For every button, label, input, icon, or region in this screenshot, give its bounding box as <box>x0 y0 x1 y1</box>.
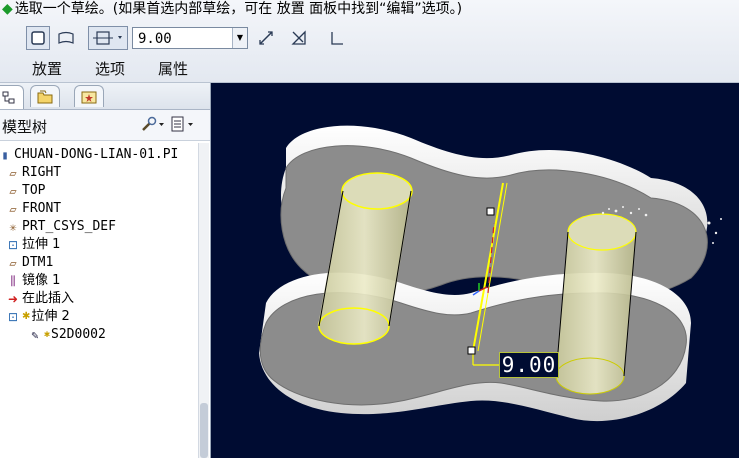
extrude-icon: ⊡ <box>7 238 19 252</box>
model-tree: ▮ CHUAN-DONG-LIAN-01.PI ▱ RIGHT ▱ TOP ▱ FRON… <box>0 143 196 458</box>
tab-options[interactable]: 选项 <box>95 58 125 79</box>
tree-item-right[interactable]: ▱ RIGHT <box>6 164 61 182</box>
part-model <box>259 125 722 422</box>
tree-item-sketch[interactable]: ✎ ✱ S2D0002 <box>28 326 105 344</box>
tab-placement[interactable]: 放置 <box>32 58 62 79</box>
sketch-icon: ✎ <box>31 328 39 342</box>
tree-item-extrude-1[interactable]: ⊡ 拉伸 1 <box>6 236 60 254</box>
model-tree-icon <box>2 91 15 103</box>
tab-model-tree[interactable] <box>0 85 24 109</box>
datum-plane-icon: ▱ <box>9 166 17 180</box>
tree-scrollbar-thumb[interactable] <box>200 403 208 458</box>
depth-dimension-label[interactable]: 9.00 <box>499 352 559 378</box>
tree-item-dtm1[interactable]: ▱ DTM1 <box>6 254 53 272</box>
depth-value-input[interactable] <box>136 29 236 49</box>
tree-scrollbar[interactable] <box>198 143 209 458</box>
graphics-viewport[interactable]: 9.00 <box>211 83 739 458</box>
datum-plane-icon: ▱ <box>9 256 17 270</box>
tools-icon <box>142 116 164 131</box>
tree-item-mirror-1[interactable]: ⫼ 镜像 1 <box>6 272 60 290</box>
drag-handle-top[interactable] <box>486 207 495 216</box>
blind-depth-icon <box>93 31 122 45</box>
right-hole-top-edge <box>567 213 637 251</box>
model-tree-header: 模型树 <box>0 110 210 141</box>
flip-direction-button[interactable] <box>254 26 278 50</box>
new-feature-star-icon: ✱ <box>22 311 31 322</box>
message-prompt: ◆ 选取一个草绘。(如果首选内部草绘，可在 放置 面板中找到“编辑”选项。) <box>2 0 462 18</box>
solid-icon <box>31 31 45 45</box>
mirror-icon: ⫼ <box>10 274 16 288</box>
insert-here-icon: ➜ <box>7 292 19 306</box>
folder-icon <box>37 90 53 103</box>
depth-value-field[interactable]: ▼ <box>132 27 248 49</box>
favorites-icon <box>81 91 97 103</box>
surface-icon <box>58 31 74 44</box>
tree-item-csys[interactable]: ✳ PRT_CSYS_DEF <box>6 218 116 236</box>
tree-settings-button[interactable] <box>140 115 166 136</box>
tree-item-insert-here[interactable]: ➜ 在此插入 <box>6 290 74 308</box>
tab-folder-browser[interactable] <box>30 85 60 107</box>
thicken-sketch-button[interactable] <box>325 26 349 50</box>
prompt-arrow-icon: ◆ <box>2 1 13 17</box>
left-hole-top-edge <box>341 172 413 210</box>
thicken-icon <box>331 32 343 45</box>
new-feature-star-icon: ✱ <box>44 329 51 340</box>
surface-extrude-button[interactable] <box>54 26 78 50</box>
extrude-icon: ⊡ <box>7 310 19 324</box>
model-tree-tools <box>140 115 196 136</box>
navigator-panel: 模型树 ▮ CHUAN-DONG-LIAN-01.PI ▱ RIGHT ▱ TOP ▱… <box>0 83 211 458</box>
tree-item-part[interactable]: ▮ CHUAN-DONG-LIAN-01.PI <box>0 146 178 164</box>
part-icon: ▮ <box>1 148 9 162</box>
depth-value-dropdown-icon[interactable]: ▼ <box>232 28 247 48</box>
datum-plane-icon: ▱ <box>9 184 17 198</box>
tab-properties[interactable]: 属性 <box>158 58 188 79</box>
csys-icon: ✳ <box>9 220 17 234</box>
extrude-dashboard: ◆选取一个草绘。(如果首选内部草绘，可在 放置 面板中找到“编辑”选项。) ▼ … <box>0 0 739 83</box>
remove-material-button[interactable] <box>287 26 311 50</box>
model-tree-title: 模型树 <box>2 118 48 136</box>
right-hole-cylinder <box>555 229 636 395</box>
prompt-text: 选取一个草绘。(如果首选内部草绘，可在 放置 面板中找到“编辑”选项。) <box>14 1 463 17</box>
drag-handle-bottom[interactable] <box>467 346 476 355</box>
flip-direction-icon <box>259 31 273 45</box>
tree-item-top[interactable]: ▱ TOP <box>6 182 45 200</box>
navigator-tabs <box>0 83 210 110</box>
remove-material-icon <box>291 30 306 45</box>
show-icon <box>171 116 193 132</box>
depth-option-dropdown[interactable] <box>88 26 128 50</box>
tree-item-extrude-2[interactable]: ⊡ ✱ 拉伸 2 <box>6 308 70 326</box>
solid-extrude-button[interactable] <box>26 26 50 50</box>
tree-item-front[interactable]: ▱ FRONT <box>6 200 61 218</box>
tab-favorites[interactable] <box>74 85 104 107</box>
datum-plane-icon: ▱ <box>9 202 17 216</box>
tree-show-button[interactable] <box>170 115 196 136</box>
